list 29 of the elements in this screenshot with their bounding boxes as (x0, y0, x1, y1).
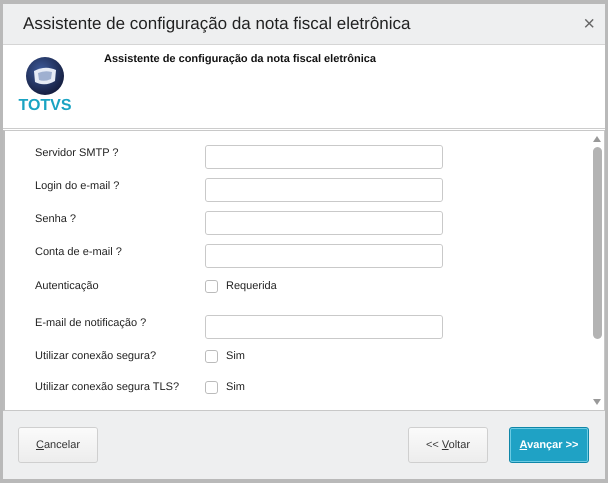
checkbox-label: Requerida (226, 278, 277, 292)
field-label: Servidor SMTP ? (35, 146, 120, 159)
globe-logo-icon (25, 56, 65, 96)
input-field[interactable] (205, 211, 443, 236)
field-label: Login do e-mail ? (35, 179, 120, 192)
field-label: E-mail de notificação ? (35, 316, 148, 329)
scroll-up-icon[interactable] (593, 136, 601, 142)
field-label: Conta de e-mail ? (35, 245, 123, 258)
logo-text: TOTVS (18, 97, 72, 115)
checkbox[interactable] (205, 350, 218, 363)
checkbox-label: Sim (226, 380, 245, 393)
header-title: Assistente de configuração da nota fiscal eletrônica (104, 53, 376, 67)
window-title: Assistente de configuração da nota fiscal eletrônica (23, 14, 410, 34)
checkbox[interactable] (205, 380, 218, 394)
checkbox[interactable] (205, 280, 218, 292)
scroll-down-icon[interactable] (593, 399, 601, 405)
input-field[interactable] (205, 145, 443, 169)
field-label: Utilizar conexão segura? (35, 348, 158, 362)
input-field[interactable] (205, 178, 443, 202)
input-field[interactable] (205, 314, 443, 339)
back-button[interactable]: << Voltar (408, 427, 488, 463)
field-label: Senha ? (35, 212, 77, 226)
field-label: Utilizar conexão segura TLS? (35, 380, 180, 393)
cancel-button[interactable]: Cancelar (18, 427, 98, 463)
input-field[interactable] (205, 244, 443, 268)
scroll-thumb[interactable] (592, 147, 602, 339)
checkbox-label: Sim (226, 348, 245, 362)
field-label: Autenticação (35, 278, 100, 292)
close-button[interactable]: × (583, 14, 595, 34)
